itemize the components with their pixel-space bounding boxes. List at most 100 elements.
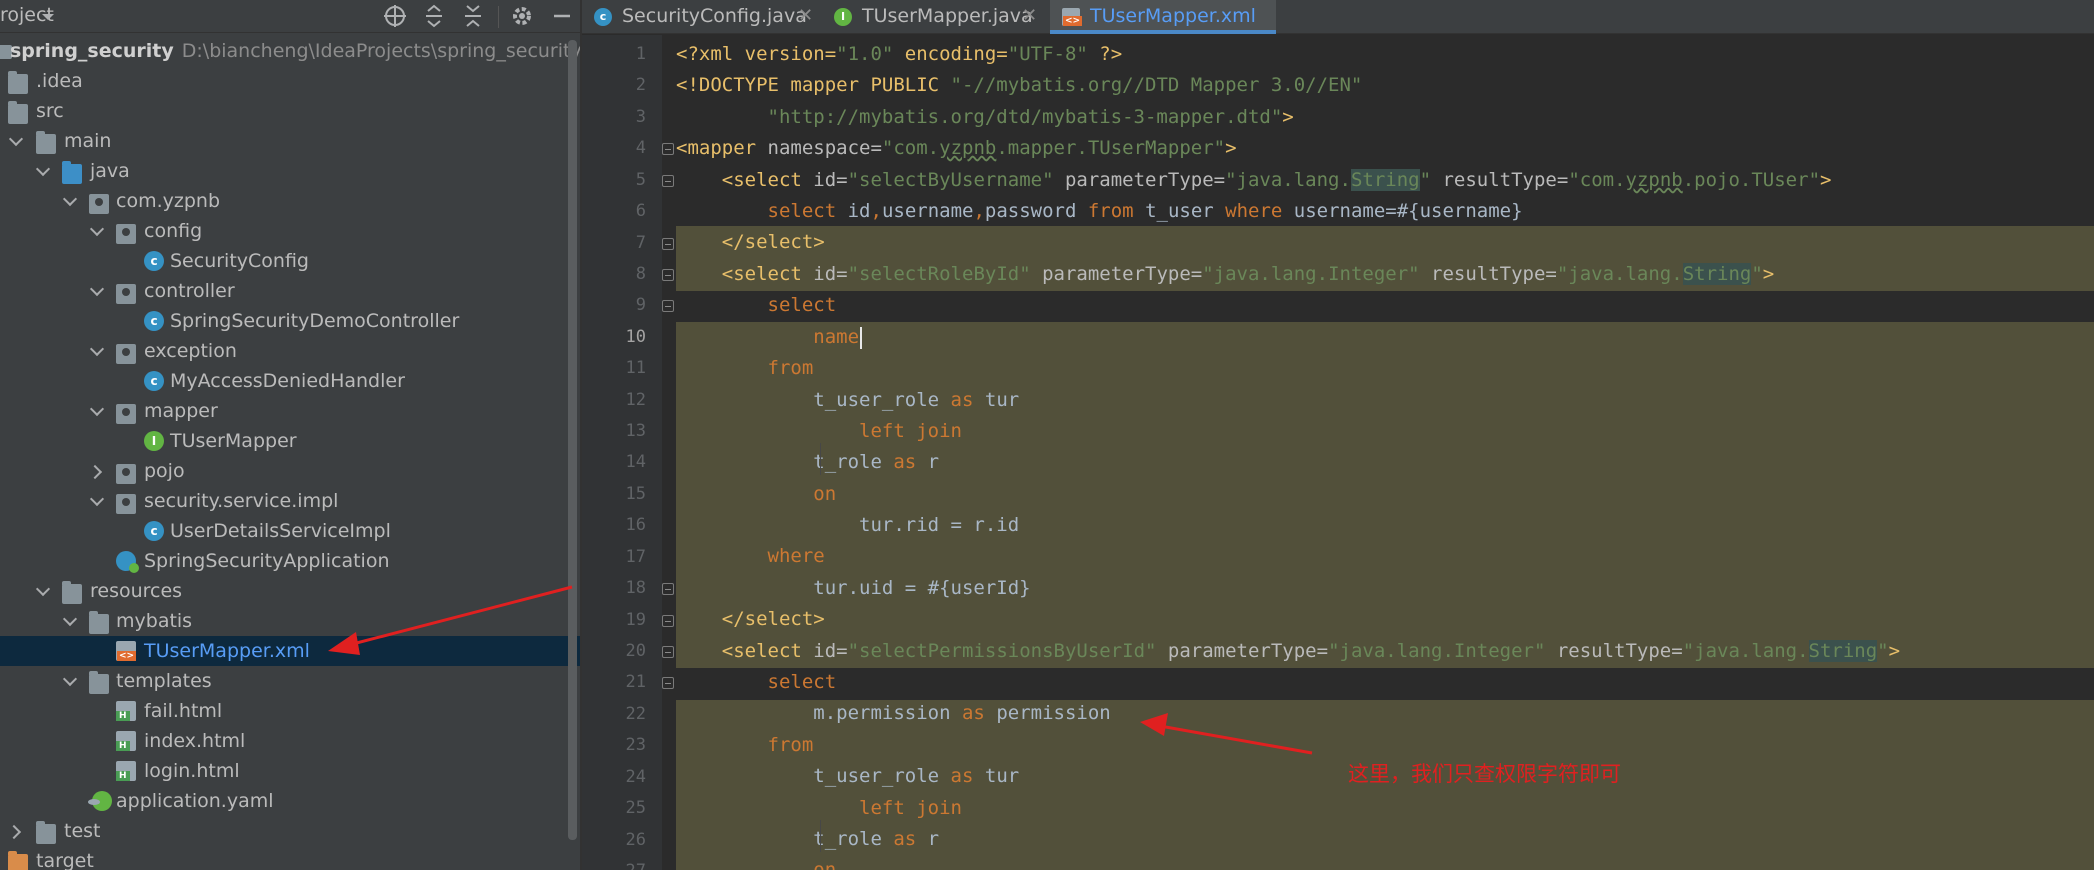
root-name: spring_security xyxy=(10,40,174,62)
collapse-all-icon[interactable] xyxy=(459,2,487,30)
tree-item-application-yaml[interactable]: application.yaml xyxy=(0,786,580,816)
tree-item-springsecuritydemocontroller[interactable]: c SpringSecurityDemoController xyxy=(0,306,580,336)
tree-item-securityconfig[interactable]: c SecurityConfig xyxy=(0,246,580,276)
line-number[interactable]: 1 xyxy=(582,39,646,70)
dropdown-arrow-icon[interactable] xyxy=(40,5,56,21)
chevron-down-icon[interactable] xyxy=(62,666,78,696)
line-number[interactable]: 10 xyxy=(582,322,646,353)
line-number[interactable]: 23 xyxy=(582,730,646,761)
tree-item-security-service-impl[interactable]: security.service.impl xyxy=(0,486,580,516)
tree-item-label: controller xyxy=(144,280,235,302)
chevron-down-icon[interactable] xyxy=(8,126,24,156)
line-number[interactable]: 19 xyxy=(582,605,646,636)
line-number[interactable]: 2 xyxy=(582,70,646,101)
fold-marker-icon[interactable] xyxy=(662,645,674,658)
line-number[interactable]: 22 xyxy=(582,699,646,730)
tree-item-mapper[interactable]: mapper xyxy=(0,396,580,426)
line-number[interactable]: 15 xyxy=(582,479,646,510)
tree-item-test[interactable]: test xyxy=(0,816,580,846)
chevron-down-icon[interactable] xyxy=(89,276,105,306)
fold-marker-icon[interactable] xyxy=(662,583,674,596)
tree-item-login-html[interactable]: login.html xyxy=(0,756,580,786)
tree-item-exception[interactable]: exception xyxy=(0,336,580,366)
line-number[interactable]: 5 xyxy=(582,165,646,196)
tree-item-label: java xyxy=(90,160,130,182)
tree-item-config[interactable]: config xyxy=(0,216,580,246)
tree-item-tusermapper[interactable]: I TUserMapper xyxy=(0,426,580,456)
fold-marker-icon[interactable] xyxy=(662,677,674,690)
chevron-right-icon[interactable] xyxy=(89,456,105,486)
tree-item-fail-html[interactable]: fail.html xyxy=(0,696,580,726)
line-number[interactable]: 16 xyxy=(582,510,646,541)
code-line-4: <mapper namespace="com.yzpnb.mapper.TUse… xyxy=(676,133,1237,164)
expand-all-icon[interactable] xyxy=(420,2,448,30)
fold-marker-icon[interactable] xyxy=(662,143,674,156)
line-number[interactable]: 24 xyxy=(582,762,646,793)
fold-marker-icon[interactable] xyxy=(662,614,674,627)
tree-item-target[interactable]: target xyxy=(0,846,580,870)
tree-item-templates[interactable]: templates xyxy=(0,666,580,696)
close-icon[interactable]: ✕ xyxy=(1022,0,1037,32)
chevron-right-icon[interactable] xyxy=(8,816,24,846)
tree-item-pojo[interactable]: pojo xyxy=(0,456,580,486)
locate-icon[interactable] xyxy=(381,2,409,30)
minimize-icon[interactable] xyxy=(548,2,576,30)
line-number[interactable]: 18 xyxy=(582,573,646,604)
tree-item-resources[interactable]: resources xyxy=(0,576,580,606)
line-number[interactable]: 3 xyxy=(582,102,646,133)
fold-marker-icon[interactable] xyxy=(662,300,674,313)
chevron-down-icon[interactable] xyxy=(62,186,78,216)
tab-securityconfig-java[interactable]: c SecurityConfig.java ✕ xyxy=(582,0,822,34)
line-number[interactable]: 7 xyxy=(582,228,646,259)
tree-item-mybatis[interactable]: mybatis xyxy=(0,606,580,636)
chevron-down-icon[interactable] xyxy=(89,396,105,426)
chevron-down-icon[interactable] xyxy=(35,156,51,186)
tree-item-userdetailsserviceimpl[interactable]: c UserDetailsServiceImpl xyxy=(0,516,580,546)
tree-item-springsecurityapplication[interactable]: SpringSecurityApplication xyxy=(0,546,580,576)
chevron-down-icon[interactable] xyxy=(89,486,105,516)
chevron-down-icon[interactable] xyxy=(62,606,78,636)
close-icon[interactable]: ✕ xyxy=(798,0,813,32)
tree-item-controller[interactable]: controller xyxy=(0,276,580,306)
line-number-gutter[interactable]: 1 2 3 4 5 6 7 8 9 10 11 12 13 14 15 16 17 18 19 20 21 22 23 24 2… xyxy=(582,35,662,870)
code-token: from xyxy=(767,734,814,756)
line-number[interactable]: 14 xyxy=(582,447,646,478)
tree-item-src[interactable]: src xyxy=(0,96,580,126)
tree-item-tusermapper-xml[interactable]: TUserMapper.xml xyxy=(0,636,580,666)
line-number[interactable]: 4 xyxy=(582,133,646,164)
tree-item-index-html[interactable]: index.html xyxy=(0,726,580,756)
fold-marker-icon[interactable] xyxy=(662,268,674,281)
line-number[interactable]: 17 xyxy=(582,542,646,573)
line-number[interactable]: 12 xyxy=(582,385,646,416)
line-number[interactable]: 25 xyxy=(582,793,646,824)
fold-marker-icon[interactable] xyxy=(662,174,674,187)
tab-tusermapper-java[interactable]: I TUserMapper.java ✕ xyxy=(822,0,1046,34)
code-token: resultType= xyxy=(1431,169,1569,191)
line-number[interactable]: 21 xyxy=(582,667,646,698)
chevron-down-icon[interactable] xyxy=(35,576,51,606)
chevron-down-icon[interactable] xyxy=(89,216,105,246)
tree-item-main[interactable]: main xyxy=(0,126,580,156)
fold-gutter[interactable] xyxy=(662,35,676,870)
project-panel-scrollbar[interactable] xyxy=(568,40,577,840)
line-number[interactable]: 13 xyxy=(582,416,646,447)
line-number[interactable]: 20 xyxy=(582,636,646,667)
line-number[interactable]: 11 xyxy=(582,353,646,384)
tree-item-myaccessdeniedhandler[interactable]: c MyAccessDeniedHandler xyxy=(0,366,580,396)
line-number[interactable]: 27 xyxy=(582,856,646,870)
line-number[interactable]: 9 xyxy=(582,290,646,321)
tree-item-idea[interactable]: .idea xyxy=(0,66,580,96)
gear-icon[interactable] xyxy=(508,2,536,30)
line-number[interactable]: 26 xyxy=(582,825,646,856)
tree-item-java[interactable]: java xyxy=(0,156,580,186)
tree-item-com-yzpnb[interactable]: com.yzpnb xyxy=(0,186,580,216)
chevron-down-icon[interactable] xyxy=(89,336,105,366)
fold-marker-icon[interactable] xyxy=(662,237,674,250)
line-number[interactable]: 6 xyxy=(582,196,646,227)
tree-root-spring-security[interactable]: spring_security D:\biancheng\IdeaProjects… xyxy=(0,36,580,66)
line-number[interactable]: 8 xyxy=(582,259,646,290)
tab-tusermapper-xml[interactable]: TUserMapper.xml xyxy=(1050,0,1276,34)
code-editor[interactable]: <?xml version="1.0" encoding="UTF-8" ?> … xyxy=(676,35,2094,870)
